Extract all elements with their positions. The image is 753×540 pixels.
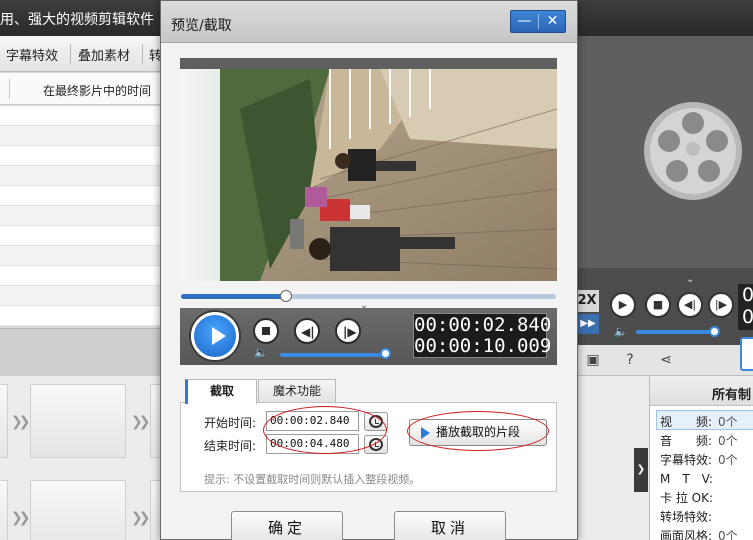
- info-row-audio[interactable]: 音 频: 0个: [660, 432, 753, 449]
- fast-forward-icon[interactable]: ▶▶: [577, 314, 599, 334]
- volume-knob[interactable]: [380, 348, 391, 359]
- window-buttons: — ✕: [510, 10, 566, 33]
- main-next-frame-button[interactable]: |▶: [708, 292, 734, 318]
- list-item[interactable]: [0, 106, 165, 126]
- next-frame-icon: |▶: [343, 325, 357, 339]
- reel-hole: [706, 130, 728, 152]
- prev-frame-button[interactable]: ◀|: [294, 318, 320, 344]
- cancel-button[interactable]: 取消: [394, 511, 506, 540]
- timeline-slot[interactable]: [0, 384, 8, 458]
- timeline-arrow-icon: ❯❯: [131, 414, 151, 430]
- info-row-style[interactable]: 画面风格: 0个: [660, 527, 753, 540]
- film-reel-icon: [644, 102, 742, 200]
- list-item[interactable]: [0, 126, 165, 146]
- annotation-oval-play-clip: [407, 411, 549, 451]
- info-row-subtitle[interactable]: 字幕特效: 0个: [660, 451, 753, 468]
- info-row-mtv[interactable]: M T V:: [660, 470, 753, 487]
- volume-icon[interactable]: 🔈: [614, 325, 628, 338]
- toolbar-highlight-box[interactable]: [740, 337, 753, 371]
- column-separator: [9, 79, 10, 99]
- main-volume-slider[interactable]: [636, 330, 716, 334]
- close-button[interactable]: ✕: [539, 11, 566, 32]
- list-item[interactable]: [0, 186, 165, 206]
- ok-button[interactable]: 确定: [231, 511, 343, 540]
- reel-hole: [666, 160, 688, 182]
- main-time-display: 00: [738, 284, 753, 330]
- dialog-tabs: 截取 魔术功能: [180, 379, 557, 404]
- minimize-button[interactable]: —: [511, 11, 538, 32]
- panel-toggle-button[interactable]: ❯: [634, 448, 648, 492]
- app-tab-bar: 字幕特效 叠加素材 转: [0, 36, 165, 72]
- reel-hole: [698, 160, 720, 182]
- play-icon: [212, 327, 226, 345]
- info-row-video[interactable]: 视 频: 0个: [660, 413, 753, 430]
- main-stop-button[interactable]: ■: [645, 292, 671, 318]
- timeline-arrow-icon: ❯❯: [11, 510, 31, 526]
- main-play-button[interactable]: ▶: [610, 292, 636, 318]
- next-frame-button[interactable]: |▶: [335, 318, 361, 344]
- list-column-header: 在最终影片中的时间: [0, 73, 165, 105]
- end-time-label: 结束时间:: [204, 439, 257, 453]
- tab-clip[interactable]: 截取: [185, 379, 257, 404]
- timeline-area: ❯❯ ❯❯ ❯❯ ❯❯: [0, 376, 180, 540]
- reel-hub: [686, 142, 700, 156]
- seek-fill: [181, 294, 286, 299]
- dialog-titlebar[interactable]: 预览/截取 — ✕: [161, 1, 577, 43]
- seek-knob[interactable]: [280, 290, 292, 302]
- list-footer: [0, 328, 165, 376]
- prev-frame-icon: ◀|: [301, 325, 315, 339]
- video-preview[interactable]: [180, 69, 557, 281]
- stop-button[interactable]: [253, 318, 279, 344]
- chevron-down-icon[interactable]: ⌄: [686, 274, 694, 285]
- list-item[interactable]: [0, 166, 165, 186]
- app-title: 用、强大的视频剪辑软件: [0, 12, 154, 28]
- timeline-arrow-icon: ❯❯: [11, 414, 31, 430]
- info-row-karaoke[interactable]: 卡 拉 OK:: [660, 489, 753, 506]
- timeline-arrow-icon: ❯❯: [131, 510, 151, 526]
- save-icon[interactable]: ▣: [585, 352, 601, 368]
- list-item[interactable]: [0, 306, 165, 326]
- tab-subtitle-effects[interactable]: 字幕特效: [6, 45, 58, 64]
- list-item[interactable]: [0, 266, 165, 286]
- column-header-time-in-final-movie[interactable]: 在最终影片中的时间: [43, 82, 151, 99]
- current-time: 00:00:02.840: [414, 314, 552, 336]
- volume-slider[interactable]: [280, 353, 385, 357]
- timeline-slot[interactable]: [0, 480, 8, 540]
- list-item[interactable]: [0, 286, 165, 306]
- timeline-slot[interactable]: [30, 384, 126, 458]
- dialog-title: 预览/截取: [171, 18, 232, 34]
- main-prev-frame-button[interactable]: ◀|: [677, 292, 703, 318]
- preview-clip-dialog: 预览/截取 — ✕ ⌄ ◀| |▶ 🔈 00:00:02.840 00:00:1…: [160, 0, 578, 540]
- main-toolbar: ▣ ? ⋖: [578, 345, 753, 376]
- clip-list: [0, 106, 165, 328]
- start-time-label: 开始时间:: [204, 416, 257, 430]
- annotation-oval-times: [263, 406, 387, 454]
- help-icon[interactable]: ?: [622, 352, 638, 368]
- tab-magic[interactable]: 魔术功能: [258, 379, 336, 403]
- reel-hole: [658, 130, 680, 152]
- tab-separator: [142, 44, 143, 64]
- play-button[interactable]: [191, 312, 239, 360]
- project-info-header: 所有制: [650, 376, 753, 406]
- main-volume-knob[interactable]: [709, 326, 720, 337]
- volume-icon[interactable]: 🔈: [254, 346, 268, 359]
- list-item[interactable]: [0, 226, 165, 246]
- seek-bar[interactable]: [181, 290, 556, 302]
- list-item[interactable]: [0, 246, 165, 266]
- reel-hole: [682, 112, 704, 134]
- timeline-slot[interactable]: [30, 480, 126, 540]
- project-info-panel: 所有制 视 频: 0个 音 频: 0个 字幕特效: 0个 M T V: 卡 拉 OK:…: [649, 376, 753, 540]
- speed-2x-button[interactable]: 2X: [575, 290, 599, 312]
- time-display: 00:00:02.840 00:00:10.009: [413, 313, 552, 358]
- video-frame-image: [180, 69, 557, 281]
- total-time: 00:00:10.009: [414, 335, 552, 357]
- tab-overlay-material[interactable]: 叠加素材: [78, 45, 130, 64]
- list-item[interactable]: [0, 206, 165, 226]
- clip-hint: 提示: 不设置截取时间则默认插入整段视频。: [204, 473, 421, 486]
- info-row-transition[interactable]: 转场特效:: [660, 508, 753, 525]
- share-icon[interactable]: ⋖: [658, 352, 674, 368]
- list-item[interactable]: [0, 146, 165, 166]
- stop-icon: [262, 327, 270, 335]
- tab-separator: [70, 44, 71, 64]
